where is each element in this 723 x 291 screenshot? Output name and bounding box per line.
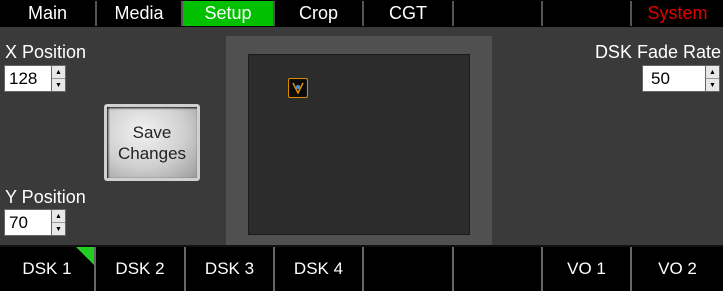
preview-canvas[interactable] — [248, 54, 470, 235]
increment-icon[interactable]: ▲ — [52, 66, 65, 78]
bottom-tab-bar: DSK 1 DSK 2 DSK 3 DSK 4 VO 1 VO 2 — [0, 245, 723, 291]
y-position-value[interactable]: 70 — [4, 209, 52, 236]
active-indicator-icon — [76, 247, 94, 265]
save-changes-button[interactable]: Save Changes — [104, 104, 200, 181]
x-position-stepper[interactable]: 128 ▲ ▼ — [4, 65, 66, 92]
tab-dsk-2[interactable]: DSK 2 — [96, 247, 186, 291]
tab-dsk-1[interactable]: DSK 1 — [0, 247, 96, 291]
tab-crop[interactable]: Crop — [275, 1, 364, 26]
tab-vo-2[interactable]: VO 2 — [632, 247, 723, 291]
tab-vo-1[interactable]: VO 1 — [543, 247, 632, 291]
dsk-fade-rate-arrows[interactable]: ▲ ▼ — [706, 65, 720, 92]
x-position-value[interactable]: 128 — [4, 65, 52, 92]
save-button-line1: Save — [132, 122, 172, 142]
dsk-fade-rate-value[interactable]: 50 — [642, 65, 706, 92]
tab-media[interactable]: Media — [97, 1, 183, 26]
x-position-arrows[interactable]: ▲ ▼ — [52, 65, 66, 92]
x-position-label: X Position — [5, 42, 87, 62]
y-position-label: Y Position — [5, 187, 86, 207]
tab-empty-3[interactable] — [364, 247, 454, 291]
tab-dsk-3[interactable]: DSK 3 — [186, 247, 275, 291]
top-tab-bar: Main Media Setup Crop CGT System — [0, 0, 723, 27]
tab-setup[interactable]: Setup — [183, 1, 275, 26]
tab-empty-2[interactable] — [543, 1, 632, 26]
tab-main[interactable]: Main — [0, 1, 97, 26]
tab-dsk-1-label: DSK 1 — [22, 259, 72, 278]
dsk-graphic-icon[interactable] — [288, 78, 308, 98]
y-position-stepper[interactable]: 70 ▲ ▼ — [4, 209, 66, 236]
increment-icon[interactable]: ▲ — [52, 210, 65, 222]
tab-system[interactable]: System — [632, 1, 723, 26]
dsk-fade-rate-stepper[interactable]: 50 ▲ ▼ — [642, 65, 720, 92]
tab-dsk-4[interactable]: DSK 4 — [275, 247, 364, 291]
y-position-arrows[interactable]: ▲ ▼ — [52, 209, 66, 236]
tab-empty-1[interactable] — [454, 1, 543, 26]
save-button-line2: Changes — [117, 143, 187, 163]
decrement-icon[interactable]: ▼ — [52, 222, 65, 235]
decrement-icon[interactable]: ▼ — [706, 78, 719, 91]
tab-empty-4[interactable] — [454, 247, 543, 291]
decrement-icon[interactable]: ▼ — [52, 78, 65, 91]
tab-cgt[interactable]: CGT — [364, 1, 454, 26]
dsk-fade-rate-label: DSK Fade Rate — [594, 42, 721, 62]
increment-icon[interactable]: ▲ — [706, 66, 719, 78]
